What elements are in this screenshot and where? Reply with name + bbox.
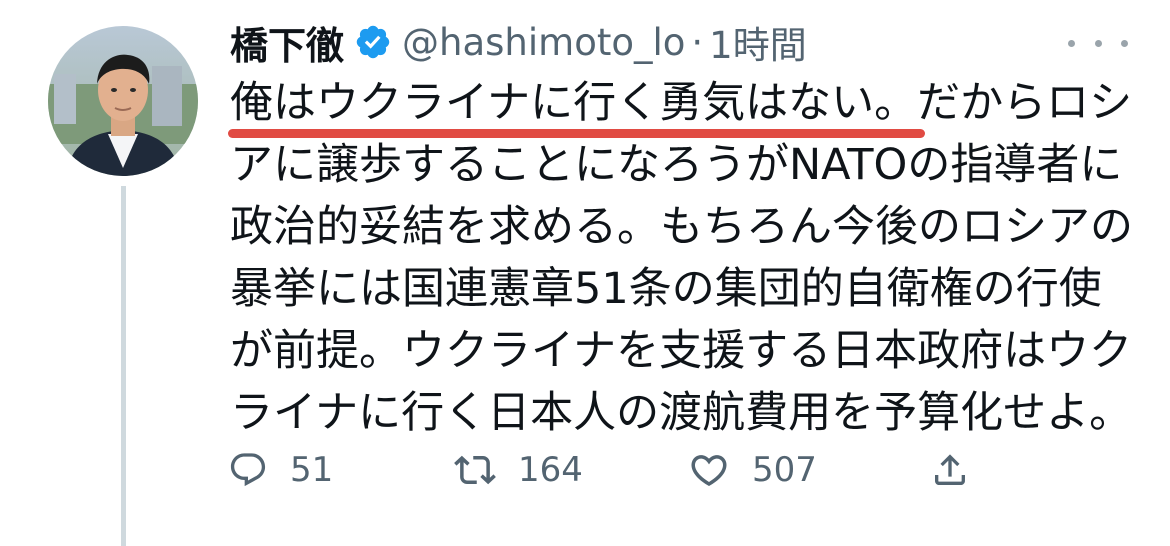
avatar-photo xyxy=(48,26,198,176)
tweet-actions-bar: 51 164 507 xyxy=(228,440,988,500)
reply-button[interactable]: 51 xyxy=(228,440,333,500)
retweet-icon xyxy=(454,449,496,491)
more-dot xyxy=(1094,39,1102,47)
verified-badge-icon xyxy=(354,23,392,61)
tweet-text-line: アに譲歩することになろうがNATOの指導者に xyxy=(230,140,1123,190)
tweet-text-line: ライナに行く日本人の渡航費用を予算化せよ。 xyxy=(230,388,1133,438)
tweet-text-line: が前提。ウクライナを支援する日本政府はウク xyxy=(230,326,1133,376)
more-dot xyxy=(1068,39,1075,47)
more-options-icon[interactable] xyxy=(1068,28,1128,58)
more-dot xyxy=(1121,39,1128,47)
author-display-name[interactable]: 橋下徹 xyxy=(230,15,344,70)
tweet-header: 橋下徹 @hashimoto_lo · 1時間 xyxy=(230,14,1130,70)
tweet-text-segment: だからロシ xyxy=(917,78,1133,128)
avatar[interactable] xyxy=(48,26,198,176)
reply-icon xyxy=(228,450,268,490)
header-separator: · xyxy=(691,20,704,64)
tweet-text: 俺はウクライナに行く勇気はない。だからロシ アに譲歩することになろうがNATOの… xyxy=(227,72,1133,444)
like-button[interactable]: 507 xyxy=(688,440,817,500)
share-button[interactable] xyxy=(930,440,970,500)
like-count: 507 xyxy=(752,450,817,490)
author-handle[interactable]: @hashimoto_lo xyxy=(402,21,685,64)
retweet-count: 164 xyxy=(518,450,583,490)
tweet-text-line: 政治的妥結を求める。もちろん今後のロシアの xyxy=(230,202,1133,252)
heart-icon xyxy=(688,449,730,491)
tweet-text-line: 俺はウクライナに行く勇気はない。だからロシ xyxy=(227,72,1133,138)
reply-count: 51 xyxy=(290,450,334,490)
tweet-timestamp[interactable]: 1時間 xyxy=(709,15,807,69)
retweet-button[interactable]: 164 xyxy=(454,440,583,500)
share-icon xyxy=(930,450,970,490)
highlighted-phrase: 俺はウクライナに行く勇気はない。 xyxy=(227,72,926,138)
thread-connector-line xyxy=(121,186,126,546)
tweet-text-line: 暴挙には国連憲章51条の集団的自衛権の行使 xyxy=(230,264,1102,314)
